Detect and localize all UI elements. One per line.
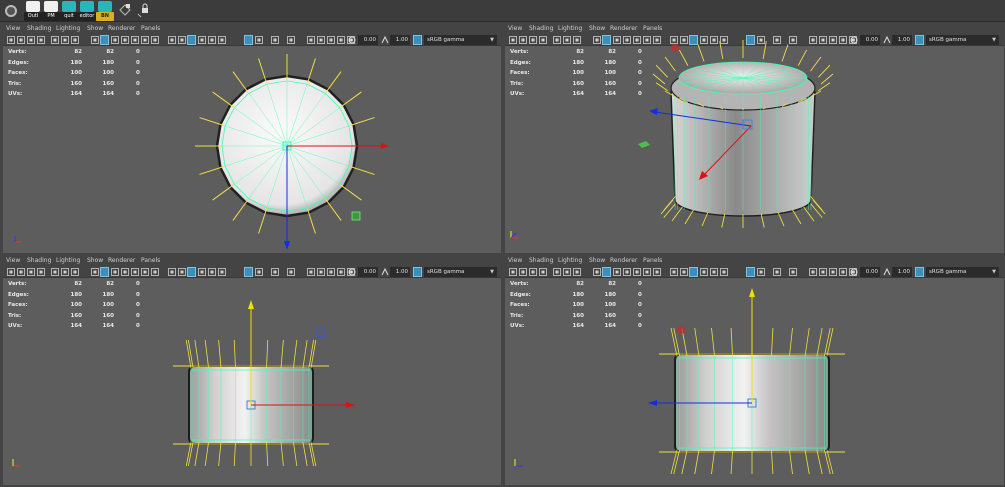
perspective-viewport-canvas[interactable] (505, 24, 1004, 253)
top-viewport-canvas[interactable] (3, 24, 501, 253)
shelf-script-icon[interactable] (118, 2, 132, 18)
shelf-bn-icon (98, 1, 112, 12)
shelf-item-label: BN (96, 12, 114, 21)
shelf-item-label: PM (42, 12, 60, 21)
front-viewport-canvas[interactable] (3, 256, 501, 485)
shelf-item-label: editor (78, 12, 96, 21)
shelf-item-editor[interactable]: editor (78, 1, 96, 21)
viewport-pane-front[interactable]: View Shading Lighting Show Renderer Panels 0.0… (3, 256, 501, 485)
shelf-item-label: quit (60, 12, 78, 21)
shelf-quit-icon (62, 1, 76, 12)
shelf-item-bn[interactable]: BN (96, 1, 114, 21)
viewport-pane-persp[interactable]: View Shading Lighting Show Renderer Panels 0.0… (505, 24, 1004, 253)
viewport-pane-side[interactable]: View Shading Lighting Show Renderer Panels 0.0… (505, 256, 1004, 485)
shelf-item-label: Outl (24, 12, 42, 21)
shelf-item-quit[interactable]: quit (60, 1, 78, 21)
shelf-outliner-icon (26, 1, 40, 12)
shelf-item-outl[interactable]: Outl (24, 1, 42, 21)
shelf-gear-icon[interactable] (5, 5, 17, 17)
shelf-bar: Outl PM quit editor BN (0, 0, 1005, 22)
shelf-editor-icon (80, 1, 94, 12)
shelf-pm-icon (44, 1, 58, 12)
viewport-pane-top[interactable]: View Shading Lighting Show Renderer Panels 0.0… (3, 24, 501, 253)
side-viewport-canvas[interactable] (505, 256, 1004, 485)
shelf-item-pm[interactable]: PM (42, 1, 60, 21)
shelf-lock-icon[interactable] (136, 2, 150, 18)
